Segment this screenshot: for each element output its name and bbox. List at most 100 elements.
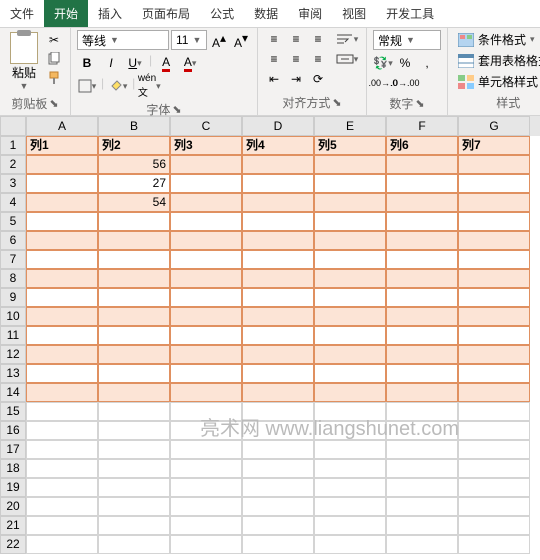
cell-A12[interactable]: [26, 345, 98, 364]
cell-A18[interactable]: [26, 459, 98, 478]
cell-A8[interactable]: [26, 269, 98, 288]
cell-G11[interactable]: [458, 326, 530, 345]
cell-B9[interactable]: [98, 288, 170, 307]
cell-C19[interactable]: [170, 478, 242, 497]
cell-B10[interactable]: [98, 307, 170, 326]
bold-button[interactable]: B: [77, 53, 97, 73]
cell-D20[interactable]: [242, 497, 314, 516]
cell-E8[interactable]: [314, 269, 386, 288]
cell-G14[interactable]: [458, 383, 530, 402]
phonetic-button[interactable]: wén文▾: [139, 76, 159, 96]
cell-D17[interactable]: [242, 440, 314, 459]
cell-A2[interactable]: [26, 155, 98, 174]
cell-E21[interactable]: [314, 516, 386, 535]
cell-F10[interactable]: [386, 307, 458, 326]
cell-B4[interactable]: 54: [98, 193, 170, 212]
tab-0[interactable]: 文件: [0, 0, 44, 27]
row-header-19[interactable]: 19: [0, 478, 26, 497]
cell-D2[interactable]: [242, 155, 314, 174]
cell-B2[interactable]: 56: [98, 155, 170, 174]
cell-G9[interactable]: [458, 288, 530, 307]
cell-G16[interactable]: [458, 421, 530, 440]
cell-E12[interactable]: [314, 345, 386, 364]
cell-A13[interactable]: [26, 364, 98, 383]
cell-G7[interactable]: [458, 250, 530, 269]
tab-6[interactable]: 审阅: [288, 0, 332, 27]
percent-button[interactable]: %: [395, 53, 415, 73]
cell-C18[interactable]: [170, 459, 242, 478]
cell-F7[interactable]: [386, 250, 458, 269]
cell-D7[interactable]: [242, 250, 314, 269]
row-header-18[interactable]: 18: [0, 459, 26, 478]
indent-inc-button[interactable]: ⇥: [286, 70, 306, 88]
cell-G3[interactable]: [458, 174, 530, 193]
cell-C13[interactable]: [170, 364, 242, 383]
cell-G20[interactable]: [458, 497, 530, 516]
cell-A15[interactable]: [26, 402, 98, 421]
tab-5[interactable]: 数据: [244, 0, 288, 27]
cell-B17[interactable]: [98, 440, 170, 459]
cell-D11[interactable]: [242, 326, 314, 345]
row-header-5[interactable]: 5: [0, 212, 26, 231]
cell-B7[interactable]: [98, 250, 170, 269]
font-color-a-button[interactable]: A: [156, 53, 176, 73]
conditional-format-button[interactable]: 条件格式▾: [454, 30, 540, 49]
cell-C9[interactable]: [170, 288, 242, 307]
cell-C12[interactable]: [170, 345, 242, 364]
cell-A20[interactable]: [26, 497, 98, 516]
dialog-launcher-icon[interactable]: ⬊: [332, 96, 341, 109]
row-header-7[interactable]: 7: [0, 250, 26, 269]
format-painter-button[interactable]: [46, 70, 62, 86]
cell-styles-button[interactable]: 单元格样式▾: [454, 72, 540, 91]
cell-D4[interactable]: [242, 193, 314, 212]
dialog-launcher-icon[interactable]: ⬊: [49, 97, 58, 110]
cell-B18[interactable]: [98, 459, 170, 478]
cell-C8[interactable]: [170, 269, 242, 288]
cell-C11[interactable]: [170, 326, 242, 345]
cell-F14[interactable]: [386, 383, 458, 402]
row-header-6[interactable]: 6: [0, 231, 26, 250]
cell-A16[interactable]: [26, 421, 98, 440]
cell-F2[interactable]: [386, 155, 458, 174]
cell-B19[interactable]: [98, 478, 170, 497]
cell-A3[interactable]: [26, 174, 98, 193]
currency-button[interactable]: 💱▾: [373, 53, 393, 73]
cut-button[interactable]: ✂: [46, 32, 62, 48]
cell-E7[interactable]: [314, 250, 386, 269]
italic-button[interactable]: I: [101, 53, 121, 73]
col-header-D[interactable]: D: [242, 116, 314, 136]
row-header-20[interactable]: 20: [0, 497, 26, 516]
cell-A6[interactable]: [26, 231, 98, 250]
cell-B6[interactable]: [98, 231, 170, 250]
cell-C2[interactable]: [170, 155, 242, 174]
cell-C10[interactable]: [170, 307, 242, 326]
cell-D19[interactable]: [242, 478, 314, 497]
wrap-text-button[interactable]: ▾: [334, 30, 360, 48]
cell-C17[interactable]: [170, 440, 242, 459]
merge-button[interactable]: ▾: [334, 50, 360, 68]
align-center-button[interactable]: ≡: [286, 50, 306, 68]
row-header-2[interactable]: 2: [0, 155, 26, 174]
tab-2[interactable]: 插入: [88, 0, 132, 27]
cell-F13[interactable]: [386, 364, 458, 383]
align-left-button[interactable]: ≡: [264, 50, 284, 68]
cell-F4[interactable]: [386, 193, 458, 212]
cell-E15[interactable]: [314, 402, 386, 421]
cell-B8[interactable]: [98, 269, 170, 288]
cell-A19[interactable]: [26, 478, 98, 497]
cell-D3[interactable]: [242, 174, 314, 193]
cell-G21[interactable]: [458, 516, 530, 535]
cell-B15[interactable]: [98, 402, 170, 421]
cell-G2[interactable]: [458, 155, 530, 174]
cell-G22[interactable]: [458, 535, 530, 554]
cell-D13[interactable]: [242, 364, 314, 383]
align-middle-button[interactable]: ≡: [286, 30, 306, 48]
cell-F6[interactable]: [386, 231, 458, 250]
align-right-button[interactable]: ≡: [308, 50, 328, 68]
cell-A9[interactable]: [26, 288, 98, 307]
cell-E16[interactable]: [314, 421, 386, 440]
row-header-16[interactable]: 16: [0, 421, 26, 440]
cell-E5[interactable]: [314, 212, 386, 231]
cell-C6[interactable]: [170, 231, 242, 250]
cell-B22[interactable]: [98, 535, 170, 554]
